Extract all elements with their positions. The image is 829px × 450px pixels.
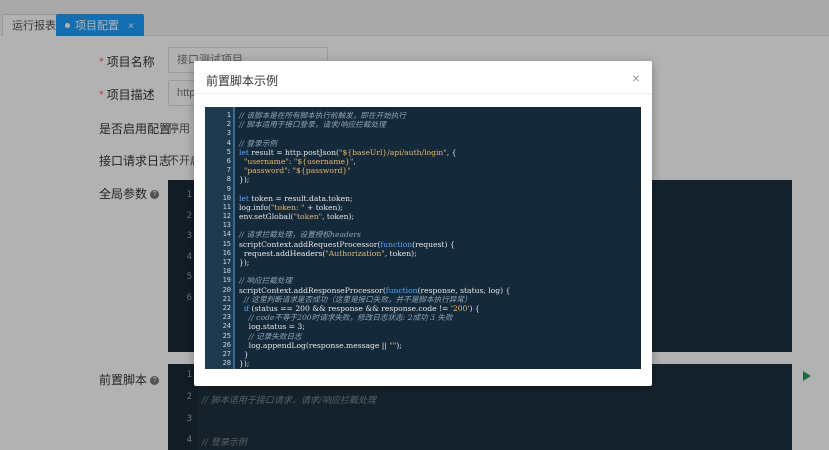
line-number: 8 [226, 175, 231, 184]
close-icon[interactable]: × [632, 70, 640, 86]
code-line: 22 if (status == 200 && response && resp… [205, 304, 641, 313]
code-line: 5 let result = http.postJson("${baseUrl}/… [205, 148, 641, 157]
code-line: 2 // 脚本适用于接口登录，请求/响应拦截处理 [205, 120, 641, 129]
modal-title: 前置脚本示例 [206, 74, 279, 88]
line-number: 20 [222, 285, 231, 294]
line-number: 10 [222, 193, 231, 202]
code-line: 27 } [205, 350, 641, 359]
line-number: 9 [226, 184, 231, 193]
line-number: 15 [222, 239, 231, 248]
code-text: log.appendLog(response.message || ""); [239, 340, 402, 350]
code-line: 16 request.addHeaders("Authorization", t… [205, 249, 641, 258]
line-number: 3 [226, 129, 231, 138]
code-text: scriptContext.addResponseProcessor(funct… [239, 285, 511, 295]
line-number: 6 [226, 156, 231, 165]
code-text: // 请求拦截处理，设置授权headers [239, 230, 361, 240]
code-line: 28}); [205, 359, 641, 368]
code-text: // 记录失败日志 [239, 331, 302, 341]
code-text: }); [239, 258, 250, 267]
code-text: scriptContext.addRequestProcessor(functi… [239, 239, 455, 249]
line-number: 22 [222, 303, 231, 312]
code-text: // 这里判断请求是否成功（这里是接口失败，并不是脚本执行异常） [239, 294, 472, 304]
script-example-modal: 前置脚本示例 × 1 // 该脚本是在所有脚本执行前触发，即在开始执行 2 // 脚本… [194, 61, 652, 386]
code-line: 12 env.setGlobal("token", token); [205, 212, 641, 221]
code-text: } [239, 349, 249, 359]
line-number: 1 [226, 111, 231, 119]
line-number: 7 [226, 166, 231, 175]
line-number: 17 [222, 258, 231, 266]
code-text: if (status == 200 && response && respons… [243, 303, 480, 313]
code-text: // 登录示例 [239, 138, 277, 148]
code-line: 18 [205, 267, 641, 276]
code-line: 1 // 该脚本是在所有脚本执行前触发，即在开始执行 [205, 111, 641, 120]
line-number: 25 [222, 331, 231, 340]
line-number: 23 [222, 313, 231, 322]
line-number: 14 [222, 230, 231, 239]
code-line: 24 log.status = 3; [205, 322, 641, 331]
code-text: // 该脚本是在所有脚本执行前触发，即在开始执行 [239, 111, 406, 120]
line-number: 13 [222, 221, 231, 230]
code-line: 11 log.info("token: " + token); [205, 203, 641, 212]
code-text: log.status = 3; [239, 322, 305, 332]
code-text: // 响应拦截处理 [239, 276, 293, 286]
code-text: "username": "${username}", [243, 156, 356, 166]
line-number: 27 [222, 349, 231, 358]
code-line: 9 [205, 185, 641, 194]
code-text: let result = http.postJson("${baseUrl}/a… [239, 147, 457, 157]
code-line: 25 // 记录失败日志 [205, 332, 641, 341]
code-text: // code不等于200时请求失败，修改日志状态: 2成功 3 失败 [239, 313, 453, 323]
code-lines: 1 // 该脚本是在所有脚本执行前触发，即在开始执行 2 // 脚本适用于接口登录，请… [205, 111, 641, 368]
code-line: 21 // 这里判断请求是否成功（这里是接口失败，并不是脚本执行异常） [205, 295, 641, 304]
code-text: let token = result.data.token; [239, 193, 353, 203]
code-line: 14 // 请求拦截处理，设置授权headers [205, 230, 641, 239]
code-example-block: 1 // 该脚本是在所有脚本执行前触发，即在开始执行 2 // 脚本适用于接口登录，请… [205, 107, 641, 369]
code-text: env.setGlobal("token", token); [239, 212, 355, 222]
code-text: // 脚本适用于接口登录，请求/响应拦截处理 [239, 120, 386, 130]
code-line: 6 "username": "${username}", [205, 157, 641, 166]
line-number: 24 [222, 322, 231, 331]
line-number: 16 [222, 248, 231, 257]
code-text: }); [239, 359, 250, 369]
line-number: 12 [222, 212, 231, 221]
modal-header: 前置脚本示例 × [194, 61, 652, 94]
code-line: 26 log.appendLog(response.message || "")… [205, 341, 641, 350]
code-line: 13 [205, 221, 641, 230]
line-number: 18 [222, 267, 231, 276]
code-text: log.info("token: " + token); [239, 202, 343, 212]
code-line: 19 // 响应拦截处理 [205, 276, 641, 285]
code-line: 15 scriptContext.addRequestProcessor(func… [205, 240, 641, 249]
code-line: 4 // 登录示例 [205, 139, 641, 148]
line-number: 19 [222, 276, 231, 285]
code-text: request.addHeaders("Authorization", toke… [239, 248, 417, 258]
code-line: 10 let token = result.data.token; [205, 194, 641, 203]
code-line: 20 scriptContext.addResponseProcessor(fun… [205, 286, 641, 295]
line-number: 2 [226, 120, 231, 129]
code-line: 7 "password": "${password}" [205, 166, 641, 175]
line-number: 28 [222, 359, 231, 368]
code-line: 23 // code不等于200时请求失败，修改日志状态: 2成功 3 失败 [205, 313, 641, 322]
line-number: 4 [226, 138, 231, 147]
line-number: 21 [222, 294, 231, 303]
code-line: 17}); [205, 258, 641, 267]
code-text: "password": "${password}" [243, 166, 351, 176]
line-number: 5 [226, 147, 231, 156]
code-line: 3 [205, 129, 641, 138]
code-line: 8}); [205, 175, 641, 184]
line-number: 26 [222, 340, 231, 349]
line-number: 11 [222, 202, 231, 211]
code-text: }); [239, 175, 250, 185]
